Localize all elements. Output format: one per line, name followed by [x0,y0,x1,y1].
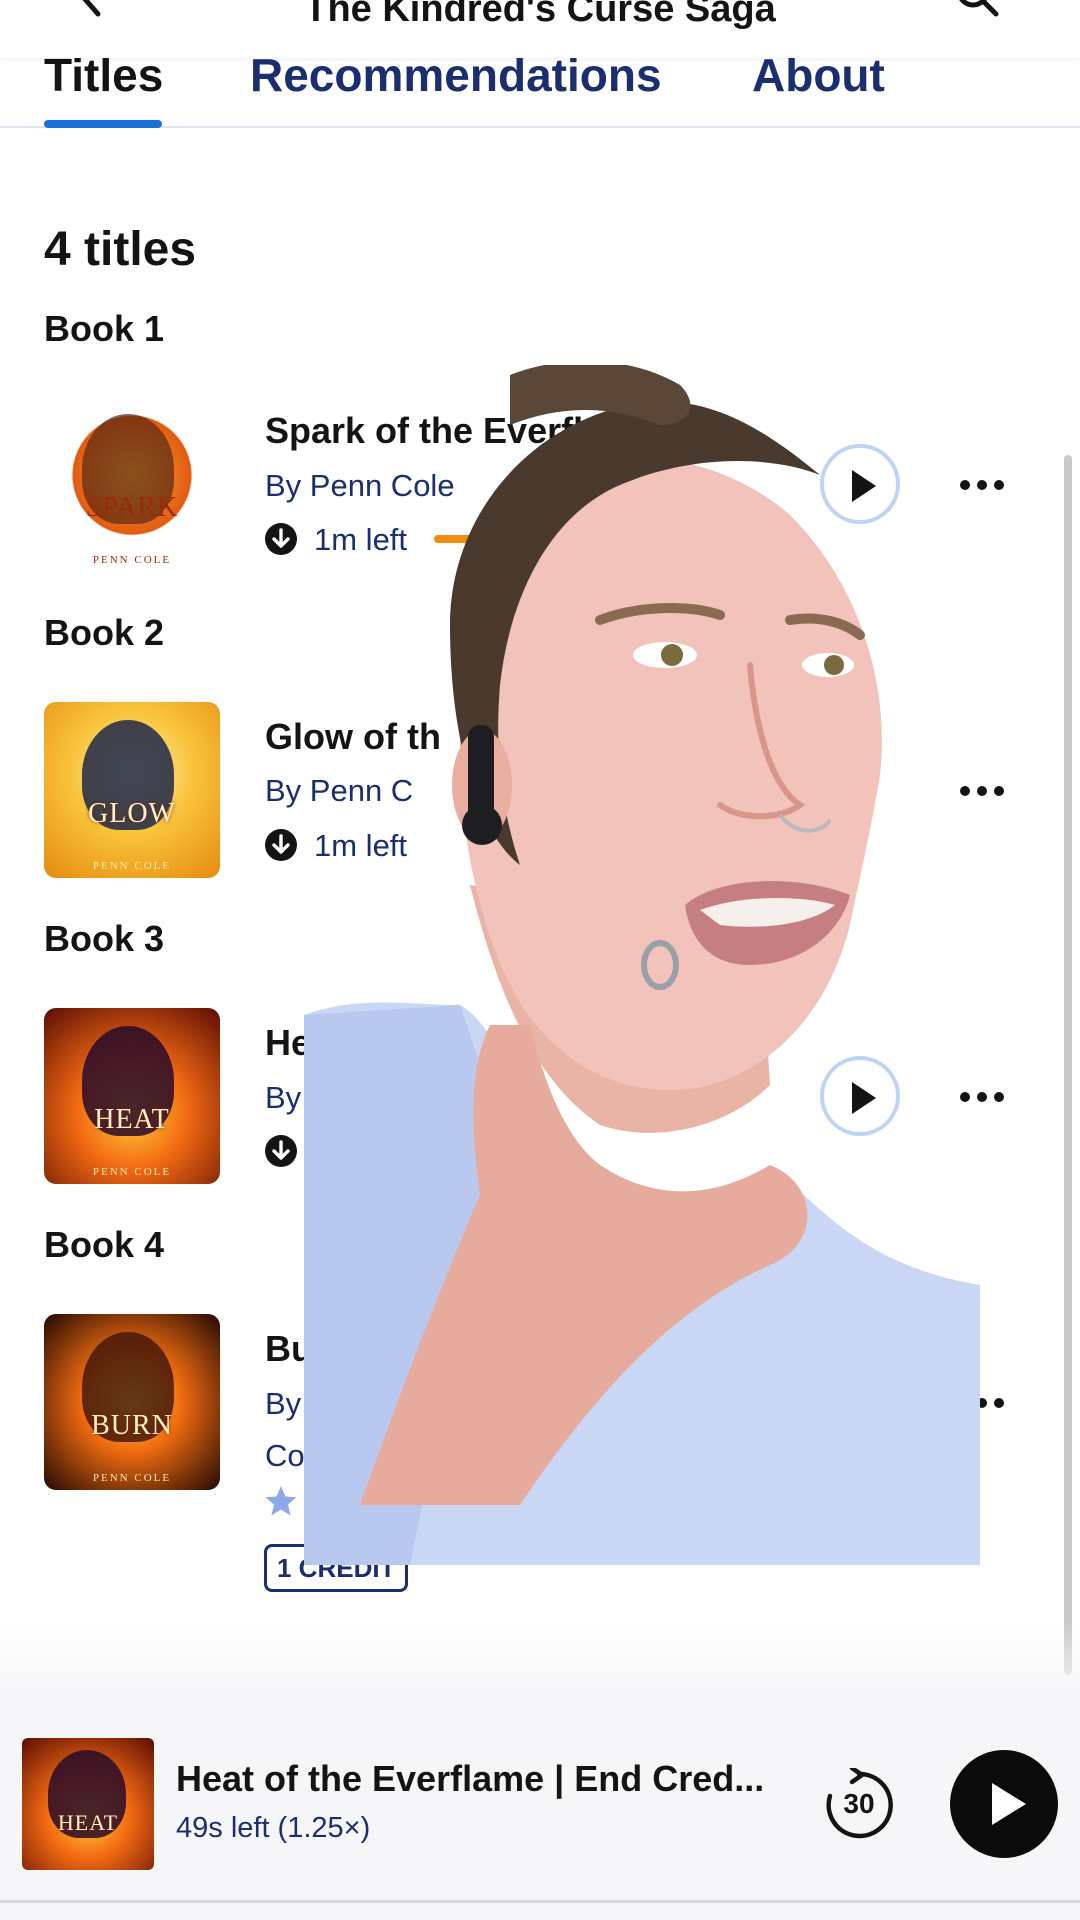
book-author[interactable]: By [265,1080,301,1116]
downloaded-icon [265,1135,297,1167]
active-tab-indicator [44,120,162,128]
book-number-label: Book 4 [44,1224,165,1265]
player-fade [0,1620,1080,1700]
rating-star-icon [265,1486,297,1516]
downloaded-icon [265,523,297,555]
cover-author-text: PENN COLE [92,1166,172,1178]
cover-title-text: HEAT [57,1810,119,1835]
cover-title-text: HEAT [94,1104,170,1135]
book-cover-spark[interactable]: SPARK PENN COLE [44,396,220,572]
scrollbar[interactable] [1064,455,1072,1675]
book-number-label: Book 1 [44,308,165,349]
book-number-label: Book 2 [44,612,165,653]
cover-author-text: PENN COLE [92,554,172,566]
book-cover-burn[interactable]: BURN PENN COLE [44,1314,220,1490]
book-author-continued[interactable]: Co [265,1438,305,1474]
book-cover-heat[interactable]: HEAT PENN COLE [44,1008,220,1184]
cover-author-text: PENN COLE [92,1472,172,1484]
titles-count: 4 titles [44,223,197,276]
cover-title-text: BURN [91,1410,173,1441]
book-cover-glow[interactable]: GLOW PENN COLE [44,702,220,878]
person-overlay-image [304,365,980,1565]
player-cover-art[interactable]: HEAT [22,1738,154,1870]
search-icon[interactable] [954,0,1000,18]
main-play-button[interactable] [950,1750,1058,1858]
cover-title-text: SPARK [85,492,179,523]
mini-player[interactable]: HEAT Heat of the Everflame | End Cred...… [0,1700,1080,1920]
rewind-seconds-label: 30 [843,1788,875,1819]
cover-author-text: PENN COLE [92,860,172,872]
now-playing-time-left: 49s left (1.25×) [176,1812,371,1844]
downloaded-icon [265,829,297,861]
series-title: The Kindred's Curse Saga [304,0,776,30]
bottom-divider [0,1900,1080,1903]
top-bar: The Kindred's Curse Saga [0,0,1080,58]
book-number-label: Book 3 [44,918,165,959]
cover-title-text: GLOW [88,798,176,829]
book-author[interactable]: By [265,1386,301,1422]
now-playing-title[interactable]: Heat of the Everflame | End Cred... [176,1758,764,1800]
